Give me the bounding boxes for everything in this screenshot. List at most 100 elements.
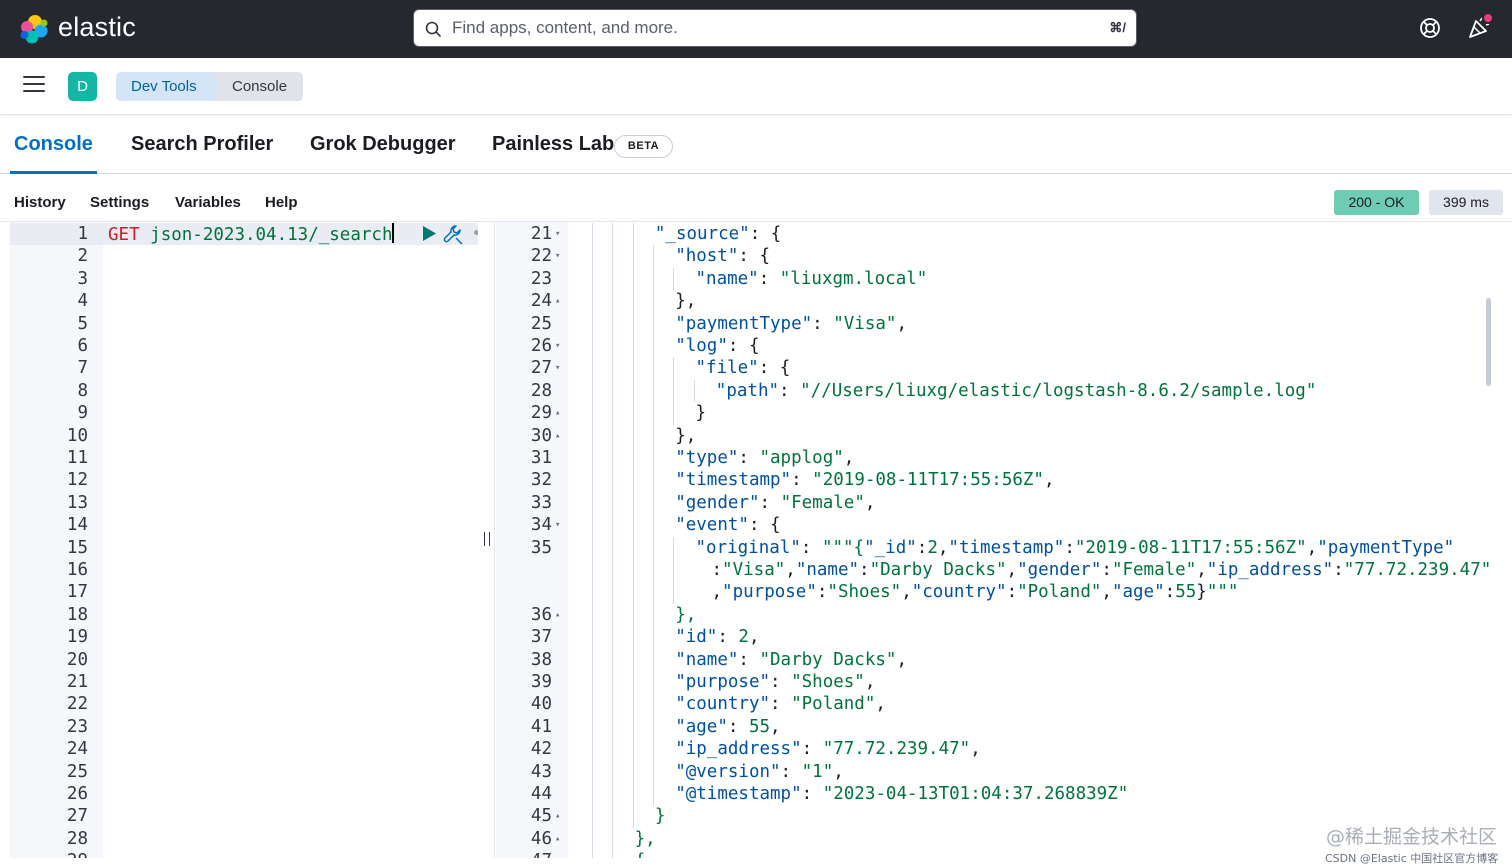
indent-guide [612,671,614,694]
fold-toggle-icon[interactable]: ▴ [555,425,565,447]
line-number: 12 [66,470,88,491]
fold-toggle-icon[interactable]: ▴ [555,828,565,850]
indent-guide [612,805,614,828]
code-token: } [1196,582,1207,603]
response-line: }, [675,290,696,312]
help-icon[interactable] [1418,16,1442,40]
indent-guide [652,290,654,313]
code-token: "liuxgm.local" [779,268,928,289]
active-tab-indicator [10,171,97,174]
response-scrollbar[interactable] [1486,298,1491,386]
breadcrumb-console: Console [212,72,303,101]
indent-guide [612,223,614,246]
play-icon[interactable] [421,225,437,242]
code-token: "Darby Dacks" [869,560,1007,580]
menu-icon[interactable] [23,76,45,94]
code-token: , [1043,470,1055,491]
indent-guide [632,581,634,604]
tab-grok-debugger[interactable]: Grok Debugger [310,133,456,156]
search-icon [425,21,441,37]
history-button[interactable]: History [14,194,66,211]
help-button[interactable]: Help [265,194,298,211]
line-number: 35 [530,537,552,558]
indent-guide [592,245,593,268]
indent-guide [632,693,634,716]
indent-guide [652,469,654,492]
fold-toggle-icon[interactable]: ▾ [555,245,565,267]
indent-guide [592,783,593,806]
global-search[interactable]: ⌘/ [413,9,1137,47]
fold-toggle-icon[interactable]: ▴ [555,402,565,424]
code-token: : [800,537,822,558]
code-token: : [738,448,760,468]
indent-guide [632,559,634,582]
breadcrumb-dev-tools[interactable]: Dev Tools [116,72,224,101]
line-number: 43 [530,761,552,782]
code-token: }, [675,291,697,312]
indent-guide [592,827,593,851]
indent-guide [632,648,634,671]
indent-guide [592,626,593,649]
code-token: }, [634,828,656,849]
indent-guide [673,357,675,380]
indent-guide [673,379,675,403]
response-viewer[interactable]: 21 ▾ "_source": {22 ▾ "host": {23 "name": "li… [496,222,1512,858]
indent-guide [592,223,593,246]
code-token: "@version" [675,761,781,782]
fold-toggle-icon[interactable]: ▴ [555,805,565,827]
indent-guide [592,267,593,291]
indent-guide [632,738,634,761]
code-token: : [1006,582,1018,603]
indent-guide [652,379,654,403]
notification-dot [1482,12,1494,24]
indent-guide [612,715,614,739]
request-line[interactable]: GET json-2023.04.13/_search [108,223,395,246]
indent-guide [612,783,614,806]
indent-guide [592,559,593,582]
tab-console[interactable]: Console [14,133,93,156]
indent-guide [652,783,654,806]
indent-guide [693,379,695,403]
fold-toggle-icon[interactable]: ▾ [555,357,565,379]
response-line: "event": { [675,514,780,536]
space-avatar[interactable]: D [68,72,97,101]
fold-toggle-icon[interactable]: ▾ [555,514,565,536]
response-line: "original": """{"_id":2,"timestamp":"201… [696,537,1455,559]
tab-painless-lab[interactable]: Painless Lab [492,133,614,156]
code-token: , [785,560,796,580]
line-number: 3 [77,268,88,289]
indent-guide [632,245,634,268]
fold-toggle-icon[interactable]: ▾ [555,223,565,245]
search-input[interactable] [452,10,1092,46]
indent-guide [612,402,614,425]
indent-guide [652,267,654,291]
resize-handle-icon[interactable] [484,532,490,546]
indent-guide [632,626,634,649]
settings-button[interactable]: Settings [90,194,149,211]
watermark-caption: CSDN @Elastic 中国社区官方博客 [1325,852,1499,865]
variables-button[interactable]: Variables [175,194,241,211]
indent-guide [632,357,634,380]
code-token: : [758,268,780,289]
indent-guide [592,581,593,604]
elastic-logo-icon[interactable] [18,13,50,45]
fold-toggle-icon[interactable]: ▾ [555,335,565,357]
line-number: 44 [530,784,552,804]
indent-guide [632,783,634,806]
line-number: 5 [77,313,88,334]
request-editor[interactable]: 1 2 3 4 5 6 7 8 9 10 11 12 13 14 15 16 17 18 19 20 21 22 23 24 2… [10,222,478,858]
indent-guide [652,671,654,694]
code-token: { [635,851,646,858]
line-number: 30 [530,425,552,446]
wrench-icon[interactable] [443,224,464,245]
fold-toggle-icon[interactable]: ▴ [555,604,565,626]
indent-guide [592,760,593,783]
indent-guide [652,491,654,515]
text-cursor [392,223,395,243]
code-token: "timestamp" [948,537,1065,558]
fold-toggle-icon[interactable]: ▴ [555,290,565,312]
line-number: 2 [77,246,88,267]
line-number: 11 [66,448,88,468]
tab-search-profiler[interactable]: Search Profiler [131,133,273,156]
indent-guide [632,402,634,425]
